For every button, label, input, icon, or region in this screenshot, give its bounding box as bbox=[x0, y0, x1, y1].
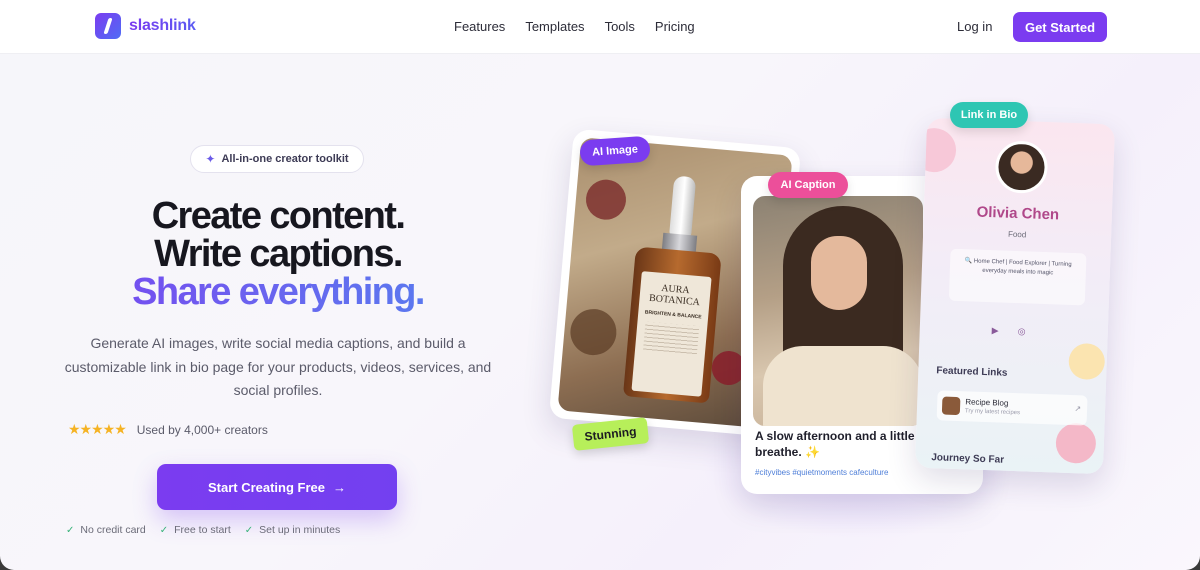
woman-portrait-image bbox=[753, 196, 923, 426]
link-in-bio-card: Olivia Chen Food 🔍 Home Chef | Food Expl… bbox=[914, 117, 1116, 475]
check-icon: ✓ bbox=[159, 524, 169, 536]
product-brand: AURA BOTANICA bbox=[648, 282, 701, 309]
benefit-setup-minutes: Set up in minutes bbox=[259, 524, 341, 536]
check-icon: ✓ bbox=[66, 524, 75, 536]
benefit-no-credit-card: No credit card bbox=[80, 524, 146, 536]
start-creating-free-button[interactable]: Start Creating Free → bbox=[157, 464, 397, 510]
cta-label: Start Creating Free bbox=[207, 479, 326, 495]
toolkit-badge: ✦ All-in-one creator toolkit bbox=[190, 145, 364, 173]
nav-link-features[interactable]: Features bbox=[454, 19, 505, 34]
ai-image-tag: AI Image bbox=[579, 135, 651, 167]
link-description: Try my latest recipes bbox=[964, 408, 1021, 417]
brand-name: slashlink bbox=[129, 17, 196, 34]
external-link-icon: ↗ bbox=[1074, 404, 1082, 414]
login-link[interactable]: Log in bbox=[957, 19, 992, 34]
benefit-item: ✓ No credit card bbox=[66, 524, 146, 536]
profile-category: Food bbox=[1007, 229, 1027, 240]
hero-subtitle: Generate AI images, write social media c… bbox=[64, 335, 492, 398]
get-started-button[interactable]: Get Started bbox=[1013, 12, 1107, 42]
caption-hashtags: #cityvibes #quietmoments cafeculture bbox=[755, 468, 889, 477]
journey-heading: Journey So Far bbox=[931, 452, 1005, 466]
nav-link-tools[interactable]: Tools bbox=[605, 19, 635, 34]
featured-links-heading: Featured Links bbox=[936, 365, 1008, 379]
bottle-label: AURA BOTANICA BRIGHTEN & BALANCE bbox=[631, 271, 712, 397]
benefit-list: ✓ No credit card ✓ Free to start ✓ Set u… bbox=[66, 524, 340, 536]
label-fine-print bbox=[642, 321, 700, 357]
instagram-icon[interactable]: ◎ bbox=[1018, 326, 1026, 337]
nav-link-templates[interactable]: Templates bbox=[525, 19, 584, 34]
brand-logo[interactable]: slashlink bbox=[95, 13, 196, 39]
benefit-free-to-start: Free to start bbox=[174, 524, 231, 536]
profile-avatar bbox=[994, 140, 1049, 195]
link-thumbnail bbox=[941, 396, 961, 416]
creator-rating: ★★★★★ Used by 4,000+ creators bbox=[68, 421, 268, 438]
headline-line-1: Create content. bbox=[151, 195, 406, 237]
featured-link-recipe-blog[interactable]: Recipe Blog Try my latest recipes ↗ bbox=[936, 390, 1088, 426]
rating-text: Used by 4,000+ creators bbox=[136, 422, 268, 437]
headline-line-3: Share everything. bbox=[0, 271, 556, 314]
ai-caption-tag: AI Caption bbox=[768, 172, 848, 198]
stunning-label: Stunning bbox=[571, 417, 650, 451]
five-star-rating-icon: ★★★★★ bbox=[68, 421, 127, 437]
landing-page: slashlink Features Templates Tools Prici… bbox=[0, 0, 1200, 570]
product-line: BRIGHTEN & BALANCE bbox=[644, 309, 702, 321]
check-icon: ✓ bbox=[244, 524, 254, 536]
link-in-bio-tag: Link in Bio bbox=[950, 102, 1028, 128]
profile-bio: 🔍 Home Chef | Food Explorer | Turning ev… bbox=[948, 248, 1087, 306]
link-title: Recipe Blog bbox=[965, 397, 1009, 408]
toolkit-badge-label: All-in-one creator toolkit bbox=[221, 153, 349, 165]
nav-link-pricing[interactable]: Pricing bbox=[655, 19, 695, 34]
youtube-icon[interactable]: ▶ bbox=[992, 325, 999, 336]
benefit-item: ✓ Free to start bbox=[160, 524, 231, 536]
sparkle-icon: ✦ bbox=[205, 152, 216, 166]
profile-name: Olivia Chen bbox=[976, 203, 1060, 224]
bottle-dropper bbox=[669, 175, 697, 238]
slash-logo-icon bbox=[95, 13, 121, 39]
top-navbar: slashlink Features Templates Tools Prici… bbox=[0, 0, 1200, 54]
headline-line-2: Write captions. bbox=[154, 233, 403, 275]
arrow-right-icon: → bbox=[333, 479, 347, 495]
nav-links: Features Templates Tools Pricing bbox=[454, 19, 695, 34]
benefit-item: ✓ Set up in minutes bbox=[245, 524, 341, 536]
